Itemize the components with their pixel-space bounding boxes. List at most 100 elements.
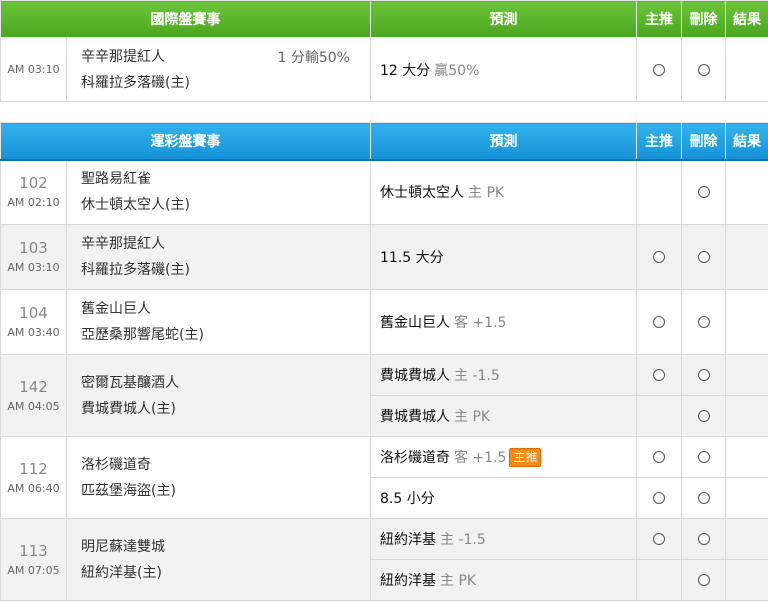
main-pick-radio[interactable] [653, 369, 665, 381]
delete-radio[interactable] [697, 451, 710, 463]
prediction-text: 12 大分 [380, 62, 431, 79]
game-number: 103 [19, 239, 48, 257]
teams-cell: 辛辛那提紅人 科羅拉多落磯(主) 1 分輸50% [66, 37, 371, 102]
delete-radio[interactable] [697, 492, 710, 504]
delete-header: 刪除 [681, 0, 726, 38]
prediction-text: 紐約洋基 [380, 532, 436, 548]
odds-line: 1 分輸50% [277, 50, 350, 66]
prediction-cell: 11.5 大分 [370, 224, 637, 290]
home-team: 費城費城人(主) [81, 400, 176, 417]
international-title: 國際盤賽事 [0, 0, 371, 38]
main-pick-badge: 主推 [509, 448, 542, 467]
delete-cell [681, 224, 726, 290]
away-team: 洛杉磯道奇 [81, 456, 151, 473]
game-time-cell: AM 03:10 [0, 37, 67, 102]
game-number: 112 [19, 459, 48, 478]
home-team: 紐約洋基(主) [81, 564, 162, 581]
result-cell [725, 559, 768, 601]
prediction-cell: 費城費城人主 -1.5 [370, 354, 637, 396]
delete-cell [681, 518, 726, 560]
main-pick-header: 主推 [636, 0, 682, 38]
main-pick-radio[interactable] [653, 251, 665, 263]
prediction-text: 費城費城人 [380, 409, 450, 425]
home-team: 亞歷桑那響尾蛇(主) [81, 327, 204, 343]
away-team: 聖路易紅雀 [81, 171, 151, 188]
delete-cell [681, 477, 726, 519]
table-row: 103 AM 03:10 辛辛那提紅人 科羅拉多落磯(主) 11.5 大分 [0, 224, 768, 290]
result-cell [725, 436, 768, 478]
prediction-text: 舊金山巨人 [380, 315, 450, 331]
prediction-cell: 8.5 小分 [370, 477, 637, 519]
delete-radio[interactable] [697, 574, 710, 586]
table-row: 113 AM 07:05 明尼蘇達雙城 紐約洋基(主) 紐約洋基主 -1.5 [0, 518, 768, 601]
teams-cell: 洛杉磯道奇 匹茲堡海盜(主) [66, 436, 371, 519]
prediction-header: 預測 [370, 0, 637, 38]
main-pick-radio[interactable] [653, 492, 665, 504]
table-row: 112 AM 06:40 洛杉磯道奇 匹茲堡海盜(主) 洛杉磯道奇客 +1.5 主… [0, 436, 768, 519]
game-time-cell: 112 AM 06:40 [0, 436, 67, 519]
prediction-text: 8.5 小分 [380, 491, 435, 507]
prediction-note: 客 +1.5 [454, 315, 507, 331]
teams-cell: 密爾瓦基釀酒人 費城費城人(主) [66, 354, 371, 437]
teams-cell: 聖路易紅雀 休士頓太空人(主) [66, 159, 371, 225]
home-team: 匹茲堡海盜(主) [81, 482, 176, 499]
delete-cell [681, 289, 726, 355]
away-team: 明尼蘇達雙城 [81, 538, 165, 555]
delete-radio[interactable] [697, 369, 710, 381]
home-team: 科羅拉多落磯(主) [81, 74, 190, 91]
main-pick-radio[interactable] [653, 63, 665, 76]
prediction-cell: 舊金山巨人客 +1.5 [370, 289, 637, 355]
main-pick-cell [636, 436, 682, 478]
main-pick-cell [636, 289, 682, 355]
result-cell [725, 477, 768, 519]
game-time-cell: 113 AM 07:05 [0, 518, 67, 601]
result-header: 結果 [725, 122, 768, 161]
prediction-note: 主 PK [440, 573, 477, 589]
game-number: 104 [19, 304, 48, 322]
delete-radio[interactable] [697, 63, 710, 76]
delete-radio[interactable] [697, 251, 710, 263]
prediction-cell: 費城費城人主 PK [370, 395, 637, 437]
prediction-note: 贏50% [434, 62, 480, 79]
delete-radio[interactable] [697, 533, 710, 545]
delete-radio[interactable] [697, 186, 710, 199]
main-pick-cell [636, 559, 682, 601]
main-pick-cell [636, 159, 682, 225]
delete-cell [681, 436, 726, 478]
game-number: 142 [19, 377, 48, 396]
teams-cell: 明尼蘇達雙城 紐約洋基(主) [66, 518, 371, 601]
game-time: AM 02:10 [7, 196, 60, 210]
prediction-text: 洛杉磯道奇 [380, 450, 450, 466]
prediction-cell: 12 大分 贏50% [370, 37, 637, 102]
result-cell [725, 289, 768, 355]
main-pick-radio[interactable] [653, 316, 665, 328]
main-pick-radio[interactable] [653, 533, 665, 545]
game-number: 102 [19, 174, 48, 193]
game-time-cell: 102 AM 02:10 [0, 159, 67, 225]
prediction-cell: 休士頓太空人主 PK [370, 159, 637, 225]
away-team: 密爾瓦基釀酒人 [81, 374, 179, 391]
game-number: 113 [19, 541, 48, 560]
delete-radio[interactable] [697, 410, 710, 422]
teams-cell: 舊金山巨人 亞歷桑那響尾蛇(主) [66, 289, 371, 355]
prediction-header: 預測 [370, 122, 637, 161]
game-time-cell: 142 AM 04:05 [0, 354, 67, 437]
main-pick-cell [636, 354, 682, 396]
main-pick-radio[interactable] [653, 451, 665, 463]
result-header: 結果 [725, 0, 768, 38]
prediction-note: 主 -1.5 [440, 532, 486, 548]
result-cell [725, 37, 768, 102]
table-row: 102 AM 02:10 聖路易紅雀 休士頓太空人(主) 休士頓太空人主 PK [0, 159, 768, 225]
prediction-text: 11.5 大分 [380, 250, 444, 266]
lottery-title: 運彩盤賽事 [0, 122, 371, 161]
delete-header: 刪除 [681, 122, 726, 161]
main-pick-header: 主推 [636, 122, 682, 161]
teams-cell: 辛辛那提紅人 科羅拉多落磯(主) [66, 224, 371, 290]
delete-cell [681, 395, 726, 437]
result-cell [725, 395, 768, 437]
table-row: 142 AM 04:05 密爾瓦基釀酒人 費城費城人(主) 費城費城人主 -1.… [0, 354, 768, 437]
game-time: AM 03:40 [7, 326, 60, 339]
prediction-note: 主 PK [468, 185, 505, 202]
delete-radio[interactable] [697, 316, 710, 328]
table-row: AM 03:10 辛辛那提紅人 科羅拉多落磯(主) 1 分輸50% 12 大分贏… [0, 37, 768, 102]
